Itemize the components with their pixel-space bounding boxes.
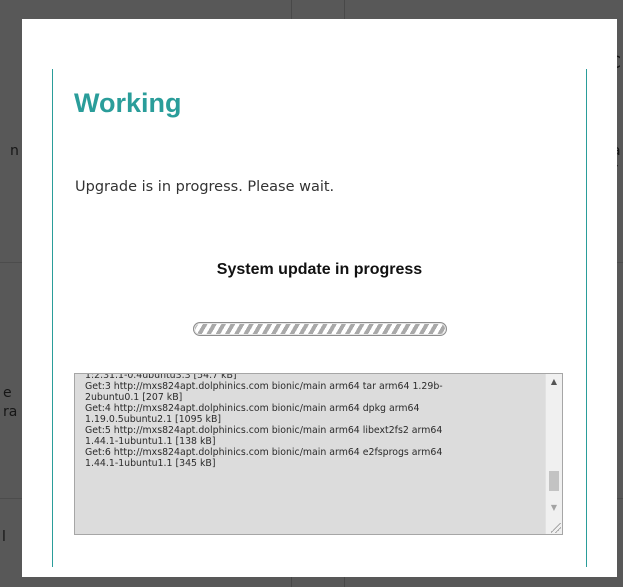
dialog-title: Working [74,88,182,118]
dialog-message: Upgrade is in progress. Please wait. [75,179,335,195]
update-log-textarea[interactable]: 1:2.31.1-0.4ubuntu3.3 [54.7 kB] Get:3 htt… [74,373,563,535]
scroll-thumb[interactable] [549,471,559,491]
scroll-up-arrow-icon[interactable]: ▲ [546,374,562,390]
left-border-line [52,69,53,567]
log-line: Get:6 http://mxs824apt.dolphinics.com bi… [85,447,443,458]
indeterminate-progress-bar [193,322,447,336]
log-line: 2ubuntu0.1 [207 kB] [85,392,183,403]
log-line: Get:4 http://mxs824apt.dolphinics.com bi… [85,403,420,414]
log-line: Get:5 http://mxs824apt.dolphinics.com bi… [85,425,443,436]
right-border-line [586,69,587,567]
update-log-lines: 1:2.31.1-0.4ubuntu3.3 [54.7 kB] Get:3 htt… [85,373,547,469]
log-line: 1.44.1-1ubuntu1.1 [138 kB] [85,436,216,447]
log-scrollbar[interactable]: ▲ ▼ [545,374,562,534]
scroll-down-arrow-icon[interactable]: ▼ [546,500,562,516]
log-line: Get:3 http://mxs824apt.dolphinics.com bi… [85,381,443,392]
status-heading: System update in progress [216,261,423,278]
log-line: 1:2.31.1-0.4ubuntu3.3 [54.7 kB] [85,373,237,381]
log-line: 1.19.0.5ubuntu2.1 [1095 kB] [85,414,222,425]
progress-dialog: Working Upgrade is in progress. Please w… [22,19,617,577]
log-line: 1.44.1-1ubuntu1.1 [345 kB] [85,458,216,469]
resize-grip-icon[interactable] [551,523,561,533]
